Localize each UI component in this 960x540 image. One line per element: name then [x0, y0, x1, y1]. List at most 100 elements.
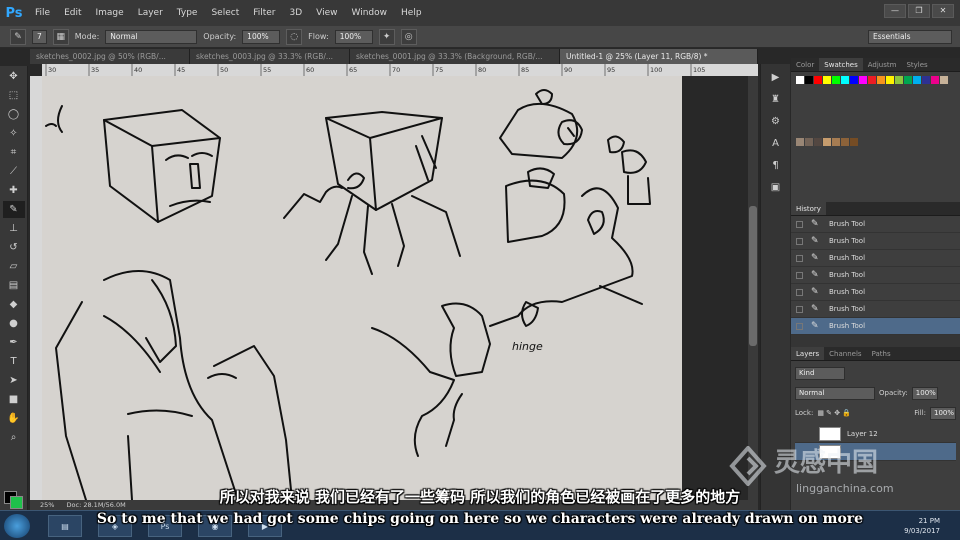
flow-field[interactable]: 100% — [334, 29, 373, 44]
color-swatch[interactable] — [796, 137, 804, 146]
menu-layer[interactable]: Layer — [131, 0, 170, 26]
menu-select[interactable]: Select — [204, 0, 246, 26]
canvas-vertical-scrollbar[interactable] — [748, 76, 758, 500]
history-item[interactable]: ✎ Brush Tool — [791, 250, 960, 267]
history-checkbox[interactable] — [796, 254, 803, 262]
crop-tool-icon[interactable]: ⌗ — [3, 144, 25, 161]
tab-channels[interactable]: Channels — [824, 347, 866, 360]
color-swatch[interactable] — [814, 137, 822, 146]
color-swatch[interactable] — [796, 76, 804, 84]
color-swatch[interactable] — [859, 76, 867, 84]
pressure-size-icon[interactable]: ◎ — [400, 28, 417, 45]
history-checkbox[interactable] — [796, 288, 803, 296]
eraser-tool-icon[interactable]: ▱ — [3, 258, 25, 275]
history-checkbox[interactable] — [796, 237, 803, 245]
pressure-opacity-icon[interactable]: ◌ — [286, 28, 303, 45]
menu-view[interactable]: View — [309, 0, 344, 26]
color-swatch[interactable] — [841, 76, 849, 84]
history-item-current[interactable]: ✎ Brush Tool — [791, 318, 960, 335]
gradient-tool-icon[interactable]: ▤ — [3, 277, 25, 294]
tab-paths[interactable]: Paths — [867, 347, 896, 360]
tab-sketches-0001[interactable]: sketches_0001.jpg @ 33.3% (Background, R… — [350, 49, 560, 64]
tab-styles[interactable]: Styles — [901, 58, 932, 71]
color-swatch[interactable] — [841, 137, 849, 146]
menu-image[interactable]: Image — [89, 0, 131, 26]
history-checkbox[interactable] — [796, 305, 803, 313]
play-icon[interactable]: ▶ — [765, 70, 787, 86]
canvas-area[interactable]: hinge — [42, 76, 758, 500]
layer-opacity-field[interactable]: 100% — [911, 386, 938, 400]
airbrush-icon[interactable]: ✦ — [378, 28, 395, 45]
history-item[interactable]: ✎ Brush Tool — [791, 216, 960, 233]
zoom-tool-icon[interactable]: ⌕ — [3, 429, 25, 446]
color-swatch[interactable] — [823, 76, 831, 84]
healing-tool-icon[interactable]: ✚ — [3, 182, 25, 199]
hand-tool-icon[interactable]: ✋ — [3, 410, 25, 427]
pen-tool-icon[interactable]: ✒ — [3, 334, 25, 351]
history-item[interactable]: ✎ Brush Tool — [791, 267, 960, 284]
color-swatch[interactable] — [868, 76, 876, 84]
fill-field[interactable]: 100% — [930, 406, 956, 420]
tab-color[interactable]: Color — [791, 58, 819, 71]
character-panel-icon[interactable]: A — [765, 136, 787, 152]
layer-comps-icon[interactable]: ▣ — [765, 180, 787, 196]
menu-window[interactable]: Window — [345, 0, 395, 26]
menu-3d[interactable]: 3D — [283, 0, 310, 26]
color-swatch[interactable] — [904, 76, 912, 84]
scrollbar-thumb[interactable] — [749, 206, 757, 346]
tab-history[interactable]: History — [791, 202, 826, 215]
history-brush-tool-icon[interactable]: ↺ — [3, 239, 25, 256]
menu-help[interactable]: Help — [394, 0, 429, 26]
workspace-select[interactable]: Essentials — [868, 30, 952, 44]
brush-preset-icon[interactable]: ✎ — [10, 28, 26, 45]
tab-sketches-0002[interactable]: sketches_0002.jpg @ 50% (RGB/... — [30, 49, 190, 64]
color-swatch[interactable] — [913, 76, 921, 84]
history-checkbox[interactable] — [796, 271, 803, 279]
brush-tool-icon[interactable]: ✎ — [2, 201, 25, 218]
path-selection-tool-icon[interactable]: ➤ — [3, 372, 25, 389]
blend-mode-select[interactable]: Normal — [795, 386, 875, 400]
color-swatch[interactable] — [940, 76, 948, 84]
color-swatch[interactable] — [886, 76, 894, 84]
paragraph-panel-icon[interactable]: ¶ — [765, 158, 787, 174]
tool-presets-icon[interactable]: ⚙ — [765, 114, 787, 130]
color-swatch[interactable] — [931, 76, 939, 84]
move-tool-icon[interactable]: ✥ — [3, 68, 25, 85]
color-swatch[interactable] — [895, 76, 903, 84]
document-canvas[interactable]: hinge — [42, 76, 682, 500]
color-swatch[interactable] — [850, 76, 858, 84]
history-item[interactable]: ✎ Brush Tool — [791, 284, 960, 301]
mode-select[interactable]: Normal — [105, 29, 198, 44]
close-button[interactable]: ✕ — [932, 4, 954, 18]
color-swatch[interactable] — [850, 137, 858, 146]
history-item[interactable]: ✎ Brush Tool — [791, 233, 960, 250]
marquee-tool-icon[interactable]: ⬚ — [3, 87, 25, 104]
blur-tool-icon[interactable]: ◆ — [3, 296, 25, 313]
brush-size-picker[interactable]: 7 — [32, 29, 47, 44]
lasso-tool-icon[interactable]: ◯ — [3, 106, 25, 123]
clone-stamp-tool-icon[interactable]: ⊥ — [3, 220, 25, 237]
lock-icons[interactable]: ▦ ✎ ✥ 🔒 — [817, 409, 851, 417]
minimize-button[interactable]: — — [884, 4, 906, 18]
color-swatch[interactable] — [805, 76, 813, 84]
type-tool-icon[interactable]: T — [3, 353, 25, 370]
tab-sketches-0003[interactable]: sketches_0003.jpg @ 33.3% (RGB/... — [190, 49, 350, 64]
brush-presets-icon[interactable]: ♜ — [765, 92, 787, 108]
layer-filter-select[interactable]: Kind — [795, 366, 845, 380]
menu-edit[interactable]: Edit — [57, 0, 88, 26]
restore-button[interactable]: ❐ — [908, 4, 930, 18]
history-checkbox[interactable] — [796, 322, 803, 330]
eyedropper-tool-icon[interactable]: ⟋ — [3, 163, 25, 180]
menu-type[interactable]: Type — [170, 0, 205, 26]
color-swatch[interactable] — [823, 137, 831, 146]
tab-untitled-1[interactable]: Untitled-1 @ 25% (Layer 11, RGB/8) * — [560, 49, 758, 64]
color-swatch[interactable] — [832, 76, 840, 84]
color-swatch[interactable] — [877, 76, 885, 84]
color-swatch[interactable] — [814, 76, 822, 84]
tab-swatches[interactable]: Swatches — [819, 58, 863, 71]
opacity-field[interactable]: 100% — [242, 29, 281, 44]
magic-wand-tool-icon[interactable]: ✧ — [3, 125, 25, 142]
rectangle-tool-icon[interactable]: ■ — [3, 391, 25, 408]
color-swatch[interactable] — [832, 137, 840, 146]
menu-filter[interactable]: Filter — [246, 0, 282, 26]
